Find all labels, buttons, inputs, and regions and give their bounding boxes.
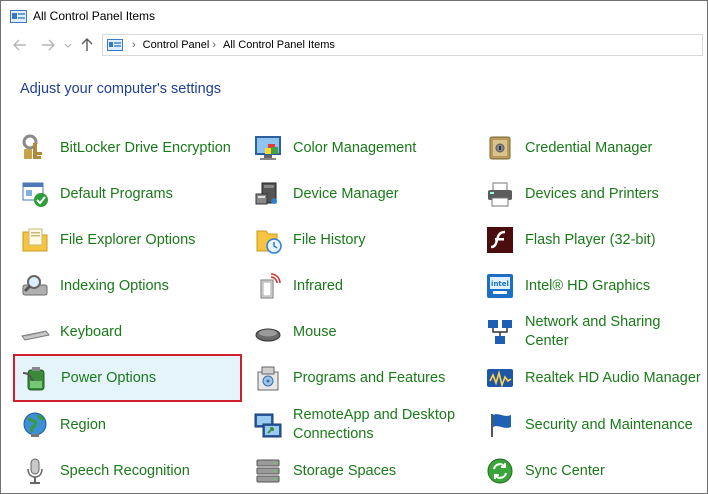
- item-speech-recognition[interactable]: Speech Recognition: [19, 448, 190, 494]
- chevron-down-icon[interactable]: [61, 34, 75, 56]
- item-default-programs[interactable]: Default Programs: [19, 171, 173, 217]
- item-label: RemoteApp and Desktop Connections: [293, 406, 455, 444]
- item-label: Default Programs: [60, 185, 173, 202]
- item-label-line2: Connections: [293, 426, 374, 442]
- color-management-icon: [252, 132, 284, 164]
- item-label: Region: [60, 416, 106, 433]
- item-sync-center[interactable]: Sync Center: [484, 448, 605, 494]
- item-label: Keyboard: [60, 323, 123, 340]
- item-storage-spaces[interactable]: Storage Spaces: [252, 448, 396, 494]
- item-label: Color Management: [293, 139, 417, 156]
- item-label: Sync Center: [525, 462, 605, 479]
- item-network-sharing[interactable]: Network and Sharing Center: [484, 309, 660, 355]
- network-icon: [484, 316, 516, 348]
- item-label: File History: [293, 231, 366, 248]
- item-intel-hd-graphics[interactable]: intel Intel® HD Graphics: [484, 263, 650, 309]
- item-label: Flash Player (32-bit): [525, 231, 656, 248]
- chevron-right-icon[interactable]: ›: [132, 39, 136, 51]
- chevron-right-icon[interactable]: ›: [212, 39, 216, 51]
- forward-arrow-icon[interactable]: [37, 34, 59, 56]
- credential-vault-icon: [484, 132, 516, 164]
- infrared-icon: [252, 270, 284, 302]
- keyboard-icon: [19, 316, 51, 348]
- mouse-icon: [252, 316, 284, 348]
- storage-spaces-icon: [252, 455, 284, 487]
- file-history-icon: [252, 224, 284, 256]
- page-title: Adjust your computer's settings: [20, 81, 222, 97]
- svg-text:intel: intel: [491, 280, 509, 288]
- item-label-line2: Center: [525, 333, 569, 349]
- region-globe-icon: [19, 409, 51, 441]
- item-label: Storage Spaces: [293, 462, 397, 479]
- title-bar: All Control Panel Items: [1, 1, 707, 31]
- intel-graphics-icon: intel: [484, 270, 516, 302]
- item-label: Mouse: [293, 323, 337, 340]
- item-bitlocker[interactable]: BitLocker Drive Encryption: [19, 125, 231, 171]
- control-panel-icon: [107, 39, 123, 51]
- power-battery-icon: [20, 362, 52, 394]
- item-infrared[interactable]: Infrared: [252, 263, 343, 309]
- item-region[interactable]: Region: [19, 402, 106, 448]
- navigation-bar: › Control Panel › All Control Panel Item…: [1, 33, 707, 57]
- flash-player-icon: [484, 224, 516, 256]
- item-realtek-audio[interactable]: Realtek HD Audio Manager: [484, 355, 701, 401]
- breadcrumb-control-panel[interactable]: Control Panel: [143, 39, 210, 51]
- item-credential-manager[interactable]: Credential Manager: [484, 125, 652, 171]
- programs-features-icon: [252, 362, 284, 394]
- default-programs-icon: [19, 178, 51, 210]
- item-label-line1: Network and Sharing: [525, 314, 661, 330]
- realtek-audio-icon: [484, 362, 516, 394]
- indexing-search-icon: [19, 270, 51, 302]
- item-color-management[interactable]: Color Management: [252, 125, 416, 171]
- remote-desktop-icon: [252, 409, 284, 441]
- item-indexing-options[interactable]: Indexing Options: [19, 263, 169, 309]
- item-label: Network and Sharing Center: [525, 313, 660, 351]
- microphone-icon: [19, 455, 51, 487]
- item-label: BitLocker Drive Encryption: [60, 139, 231, 156]
- item-flash-player[interactable]: Flash Player (32-bit): [484, 217, 656, 263]
- item-keyboard[interactable]: Keyboard: [19, 309, 122, 355]
- control-panel-items-grid: BitLocker Drive Encryption Color Managem…: [1, 123, 707, 494]
- item-remoteapp[interactable]: RemoteApp and Desktop Connections: [252, 402, 455, 448]
- item-label: Credential Manager: [525, 139, 653, 156]
- item-label: Devices and Printers: [525, 185, 659, 202]
- sync-center-icon: [484, 455, 516, 487]
- item-label: Indexing Options: [60, 277, 169, 294]
- breadcrumb-all-items[interactable]: All Control Panel Items: [223, 39, 335, 51]
- item-file-explorer-options[interactable]: File Explorer Options: [19, 217, 195, 263]
- window-title: All Control Panel Items: [33, 9, 156, 23]
- control-panel-icon: [10, 9, 27, 23]
- item-mouse[interactable]: Mouse: [252, 309, 337, 355]
- device-manager-icon: [252, 178, 284, 210]
- security-flag-icon: [484, 409, 516, 441]
- folder-options-icon: [19, 224, 51, 256]
- control-panel-window: All Control Panel Items › Control Panel …: [0, 0, 708, 494]
- item-label: Programs and Features: [293, 369, 446, 386]
- printer-icon: [484, 178, 516, 210]
- item-label: Intel® HD Graphics: [525, 277, 651, 294]
- item-programs-features[interactable]: Programs and Features: [252, 355, 445, 401]
- item-devices-printers[interactable]: Devices and Printers: [484, 171, 659, 217]
- item-label: Infrared: [293, 277, 343, 294]
- back-arrow-icon[interactable]: [9, 34, 31, 56]
- item-label-line1: RemoteApp and Desktop: [293, 407, 456, 423]
- item-label: Security and Maintenance: [525, 416, 693, 433]
- address-bar[interactable]: › Control Panel › All Control Panel Item…: [102, 34, 703, 56]
- up-arrow-icon[interactable]: [77, 34, 97, 56]
- item-label: Power Options: [61, 369, 157, 386]
- item-label: Device Manager: [293, 185, 399, 202]
- bitlocker-key-icon: [19, 132, 51, 164]
- item-label: Speech Recognition: [60, 462, 190, 479]
- item-file-history[interactable]: File History: [252, 217, 366, 263]
- item-power-options[interactable]: Power Options: [13, 354, 242, 402]
- item-security-maintenance[interactable]: Security and Maintenance: [484, 402, 693, 448]
- item-label: Realtek HD Audio Manager: [525, 369, 701, 386]
- item-label: File Explorer Options: [60, 231, 196, 248]
- item-device-manager[interactable]: Device Manager: [252, 171, 399, 217]
